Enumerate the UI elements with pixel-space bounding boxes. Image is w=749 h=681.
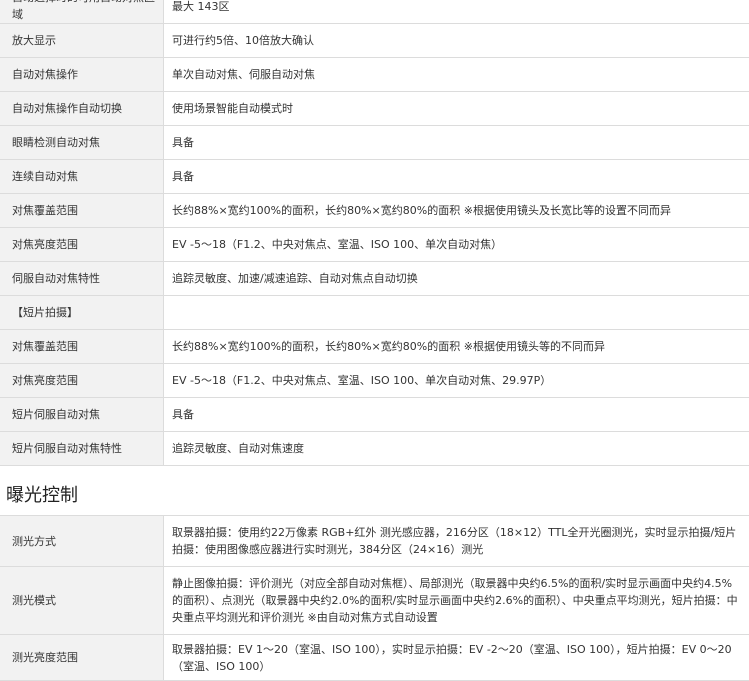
table-row: 对焦亮度范围 EV -5～18（F1.2、中央对焦点、室温、ISO 100、单次… xyxy=(0,364,749,398)
spec-label: 眼睛检测自动对焦 xyxy=(0,126,164,160)
spec-label: 自动对焦操作自动切换 xyxy=(0,92,164,126)
section-title: 曝光控制 xyxy=(6,484,78,508)
spec-label: 连续自动对焦 xyxy=(0,160,164,194)
spec-value: 长约88%×宽约100%的面积，长约80%×宽约80%的面积 ※根据使用镜头等的… xyxy=(164,330,749,364)
table-row: 自动对焦操作自动切换 使用场景智能自动模式时 xyxy=(0,92,749,126)
spec-label: 对焦覆盖范围 xyxy=(0,194,164,228)
spec-value: 可进行约5倍、10倍放大确认 xyxy=(164,24,749,58)
table-row: 测光亮度范围 取景器拍摄：EV 1～20（室温、ISO 100），实时显示拍摄：… xyxy=(0,635,749,681)
spec-label: 对焦覆盖范围 xyxy=(0,330,164,364)
spec-value: 静止图像拍摄：评价测光（对应全部自动对焦框）、局部测光（取景器中央约6.5%的面… xyxy=(164,567,749,635)
spec-label: 测光方式 xyxy=(0,516,164,567)
spec-value: 追踪灵敏度、自动对焦速度 xyxy=(164,432,749,466)
spec-label: 放大显示 xyxy=(0,24,164,58)
spec-value: 取景器拍摄：EV 1～20（室温、ISO 100），实时显示拍摄：EV -2～2… xyxy=(164,635,749,681)
spec-label: 短片伺服自动对焦 xyxy=(0,398,164,432)
table-row: 测光模式 静止图像拍摄：评价测光（对应全部自动对焦框）、局部测光（取景器中央约6… xyxy=(0,567,749,635)
autofocus-spec-table: 自动选择时的可用自动对焦区域 最大 143区 放大显示 可进行约5倍、10倍放大… xyxy=(0,0,749,466)
table-row: 测光方式 取景器拍摄：使用约22万像素 RGB+红外 测光感应器，216分区（1… xyxy=(0,516,749,567)
spec-value: 具备 xyxy=(164,398,749,432)
table-row: 对焦覆盖范围 长约88%×宽约100%的面积，长约80%×宽约80%的面积 ※根… xyxy=(0,194,749,228)
spec-value: 最大 143区 xyxy=(164,0,749,24)
spec-value: 长约88%×宽约100%的面积，长约80%×宽约80%的面积 ※根据使用镜头及长… xyxy=(164,194,749,228)
table-row: 对焦亮度范围 EV -5～18（F1.2、中央对焦点、室温、ISO 100、单次… xyxy=(0,228,749,262)
spec-value: 使用场景智能自动模式时 xyxy=(164,92,749,126)
spec-label: 自动对焦操作 xyxy=(0,58,164,92)
table-row: 自动对焦操作 单次自动对焦、伺服自动对焦 xyxy=(0,58,749,92)
table-row: 【短片拍摄】 xyxy=(0,296,749,330)
subsection-label: 【短片拍摄】 xyxy=(0,296,164,330)
spec-value: 具备 xyxy=(164,160,749,194)
table-row: 伺服自动对焦特性 追踪灵敏度、加速/减速追踪、自动对焦点自动切换 xyxy=(0,262,749,296)
spec-label: 短片伺服自动对焦特性 xyxy=(0,432,164,466)
spec-value: 追踪灵敏度、加速/减速追踪、自动对焦点自动切换 xyxy=(164,262,749,296)
spec-value xyxy=(164,296,749,330)
table-row: 眼睛检测自动对焦 具备 xyxy=(0,126,749,160)
spec-value: 具备 xyxy=(164,126,749,160)
table-row: 对焦覆盖范围 长约88%×宽约100%的面积，长约80%×宽约80%的面积 ※根… xyxy=(0,330,749,364)
table-row: 短片伺服自动对焦 具备 xyxy=(0,398,749,432)
spec-value: 取景器拍摄：使用约22万像素 RGB+红外 测光感应器，216分区（18×12）… xyxy=(164,516,749,567)
spec-value: 单次自动对焦、伺服自动对焦 xyxy=(164,58,749,92)
table-row: 连续自动对焦 具备 xyxy=(0,160,749,194)
spec-value: EV -5～18（F1.2、中央对焦点、室温、ISO 100、单次自动对焦、29… xyxy=(164,364,749,398)
spec-label: 测光模式 xyxy=(0,567,164,635)
spec-label: 对焦亮度范围 xyxy=(0,364,164,398)
table-row: 放大显示 可进行约5倍、10倍放大确认 xyxy=(0,24,749,58)
exposure-spec-table: 测光方式 取景器拍摄：使用约22万像素 RGB+红外 测光感应器，216分区（1… xyxy=(0,515,749,681)
spec-label: 伺服自动对焦特性 xyxy=(0,262,164,296)
spec-value: EV -5～18（F1.2、中央对焦点、室温、ISO 100、单次自动对焦） xyxy=(164,228,749,262)
spec-label: 自动选择时的可用自动对焦区域 xyxy=(0,0,164,24)
table-row: 短片伺服自动对焦特性 追踪灵敏度、自动对焦速度 xyxy=(0,432,749,466)
spec-label: 测光亮度范围 xyxy=(0,635,164,681)
spec-label: 对焦亮度范围 xyxy=(0,228,164,262)
table-row: 自动选择时的可用自动对焦区域 最大 143区 xyxy=(0,0,749,24)
